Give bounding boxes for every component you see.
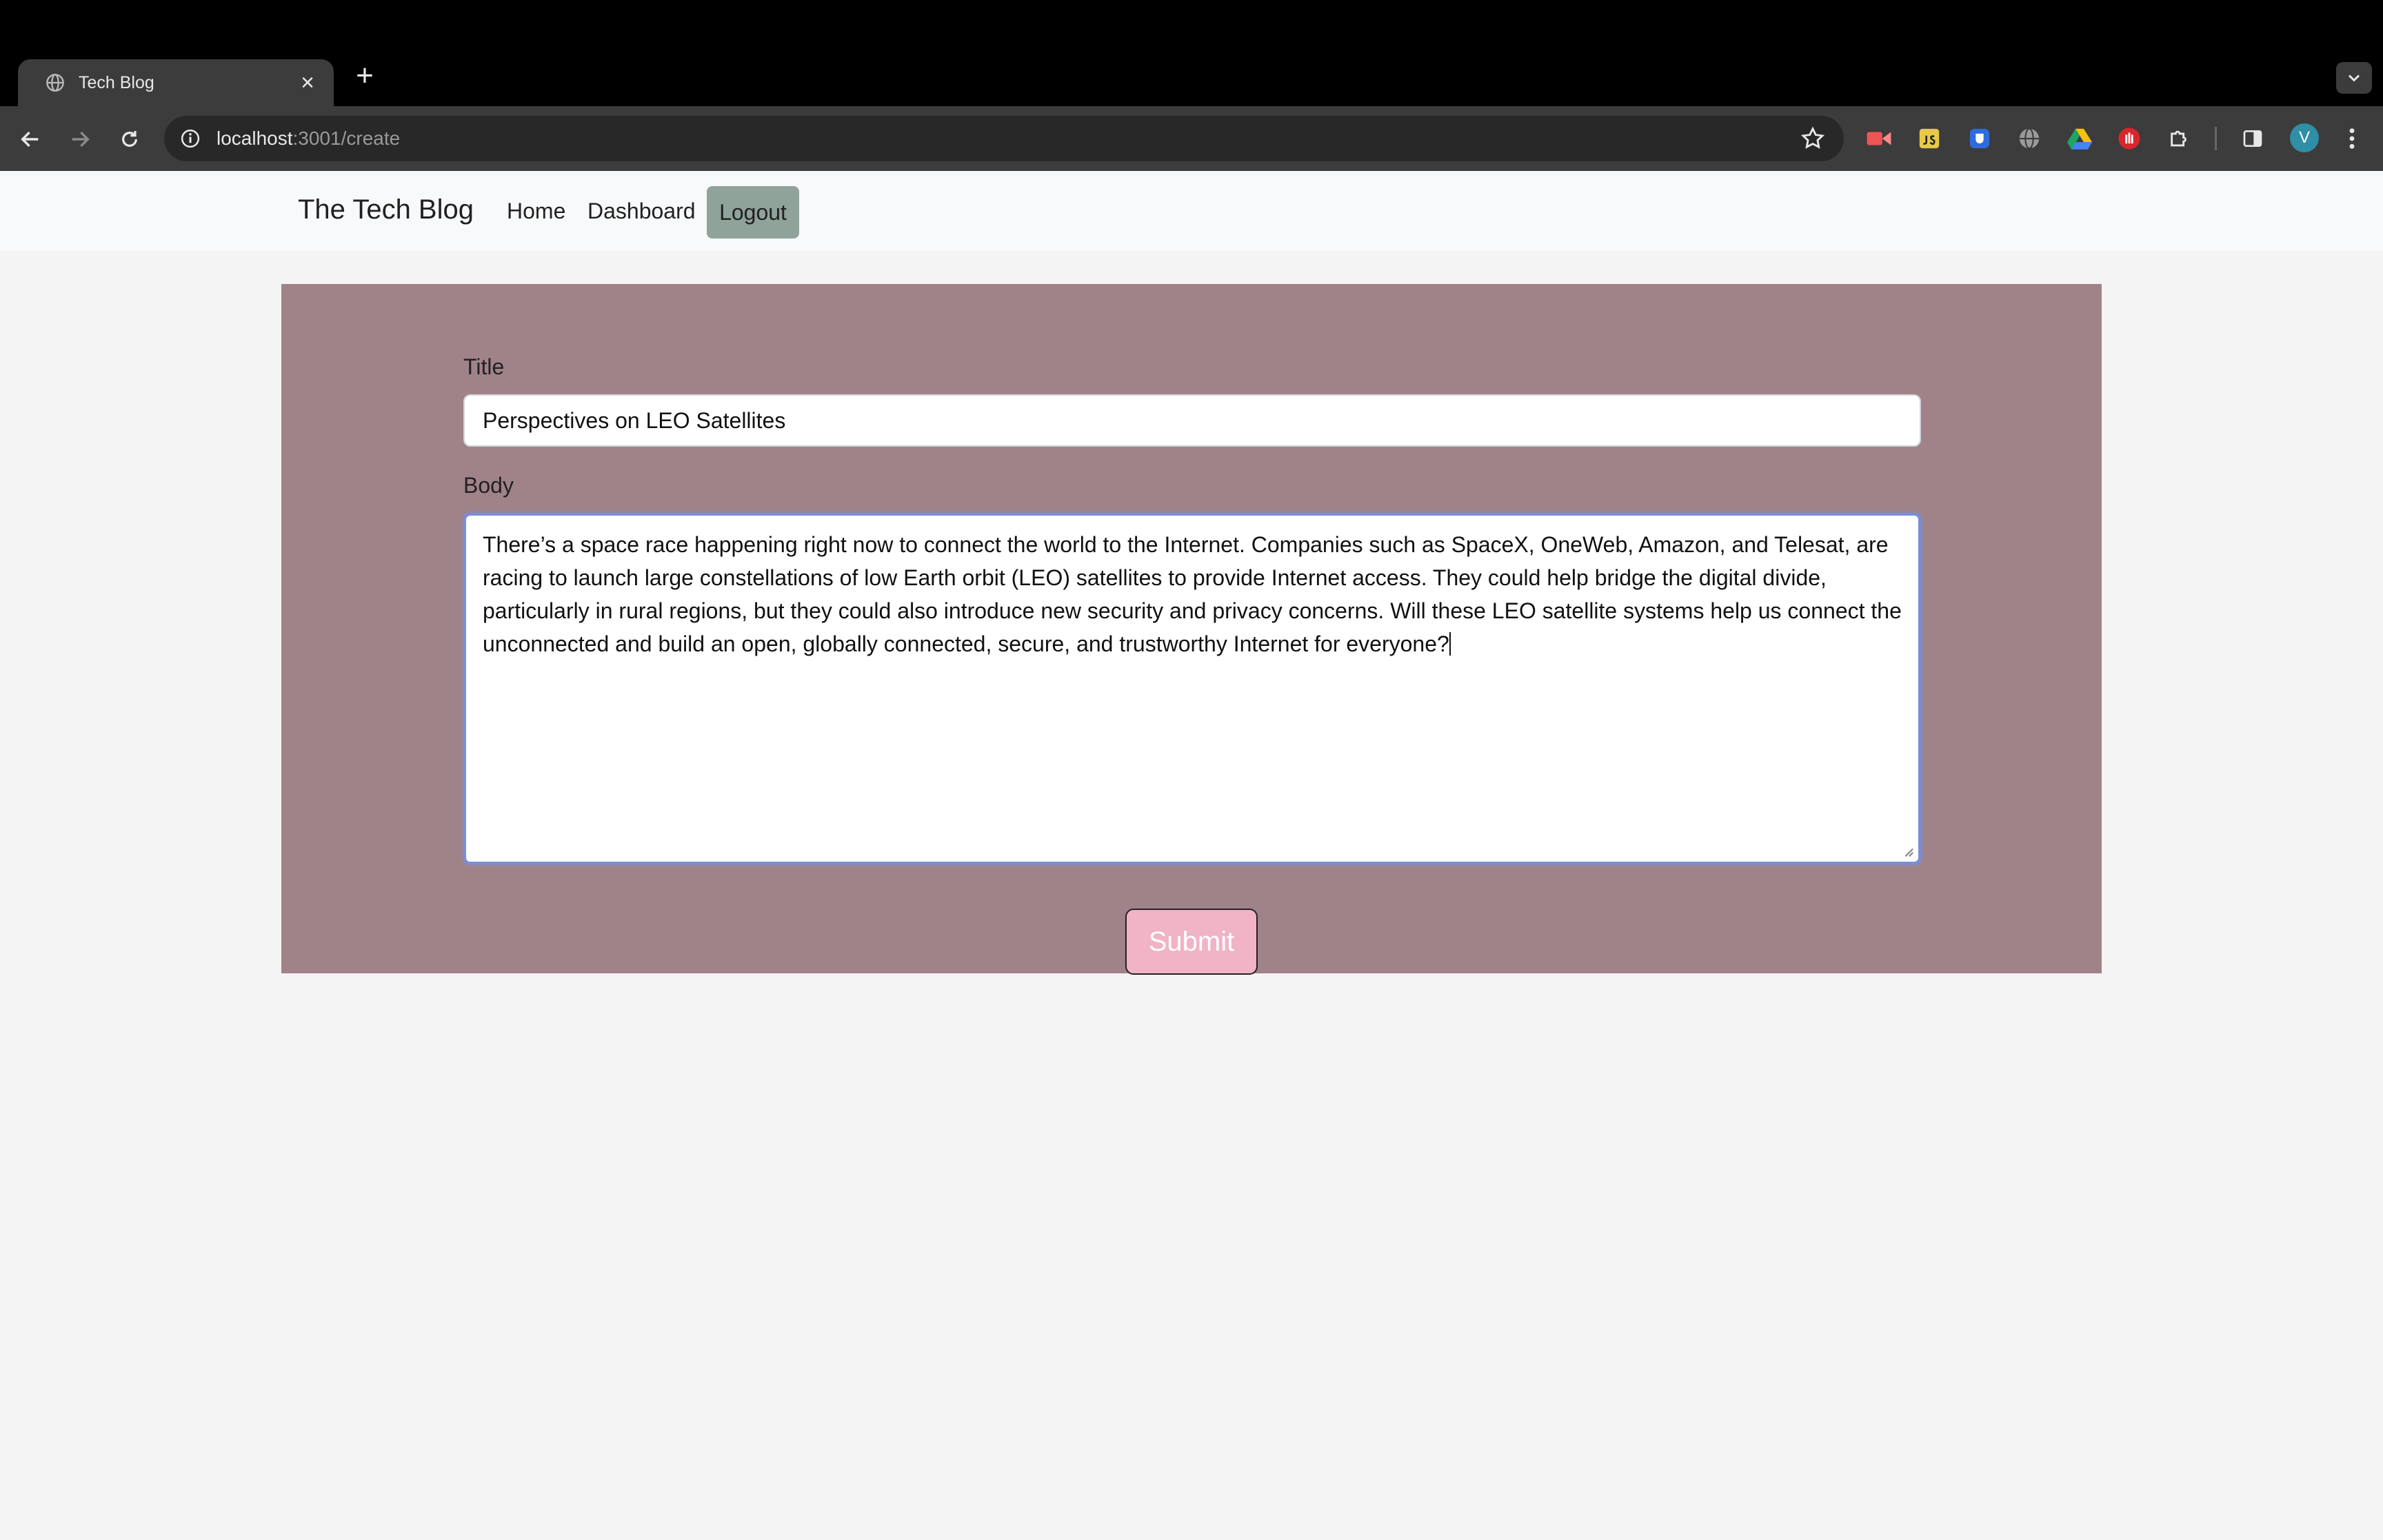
- extension-js-icon[interactable]: [1913, 123, 1945, 154]
- tab-search-button[interactable]: [2336, 62, 2372, 94]
- text-caret: [1449, 632, 1451, 656]
- browser-toolbar: localhost:3001/create V: [0, 106, 2383, 171]
- extension-hand-icon[interactable]: [2113, 123, 2145, 154]
- globe-icon: [46, 74, 64, 92]
- arrow-left-icon: [21, 131, 39, 148]
- body-textarea[interactable]: There’s a space race happening right now…: [463, 513, 1921, 864]
- chevron-down-icon: [2348, 74, 2360, 82]
- reload-button[interactable]: [113, 123, 146, 156]
- bookmark-star-icon[interactable]: [1800, 125, 1826, 152]
- logout-button[interactable]: Logout: [707, 186, 799, 239]
- site-info-icon[interactable]: [177, 125, 204, 152]
- browser-menu-icon[interactable]: [2336, 123, 2368, 154]
- resize-grip-icon[interactable]: [1902, 845, 1914, 858]
- forward-button[interactable]: [63, 123, 97, 156]
- extension-drive-icon[interactable]: [2064, 123, 2095, 154]
- extension-screencast-icon[interactable]: [1863, 123, 1895, 154]
- arrow-right-icon: [72, 131, 90, 148]
- site-brand[interactable]: The Tech Blog: [298, 194, 474, 225]
- url-host: localhost: [217, 128, 293, 149]
- address-bar[interactable]: localhost:3001/create: [164, 116, 1844, 161]
- extension-globe-icon[interactable]: [2013, 123, 2045, 154]
- browser-tab[interactable]: Tech Blog ×: [18, 59, 334, 106]
- nav-link-home[interactable]: Home: [507, 199, 565, 224]
- side-panel-icon[interactable]: [2237, 123, 2269, 154]
- body-text: There’s a space race happening right now…: [483, 532, 1902, 656]
- extension-bitwarden-icon[interactable]: [1964, 123, 1995, 154]
- title-input[interactable]: Perspectives on LEO Satellites: [463, 394, 1921, 447]
- back-button[interactable]: [14, 123, 47, 156]
- new-tab-button[interactable]: +: [349, 61, 381, 92]
- submit-button[interactable]: Submit: [1125, 909, 1258, 975]
- extensions-puzzle-icon[interactable]: [2164, 123, 2195, 154]
- body-label: Body: [463, 473, 514, 498]
- browser-tabstrip: Tech Blog × +: [0, 0, 2383, 106]
- reload-icon: [122, 131, 137, 147]
- nav-link-dashboard[interactable]: Dashboard: [587, 199, 696, 224]
- site-navbar: The Tech Blog Home Dashboard Logout: [0, 171, 2383, 251]
- url-text: localhost:3001/create: [217, 128, 400, 150]
- tab-close-icon[interactable]: ×: [295, 70, 320, 97]
- profile-avatar[interactable]: V: [2290, 123, 2319, 152]
- tab-title: Tech Blog: [79, 72, 154, 92]
- url-path: :3001/create: [292, 128, 401, 149]
- toolbar-divider: [2215, 127, 2217, 150]
- title-label: Title: [463, 354, 505, 379]
- create-post-panel: Title Perspectives on LEO Satellites Bod…: [281, 284, 2102, 975]
